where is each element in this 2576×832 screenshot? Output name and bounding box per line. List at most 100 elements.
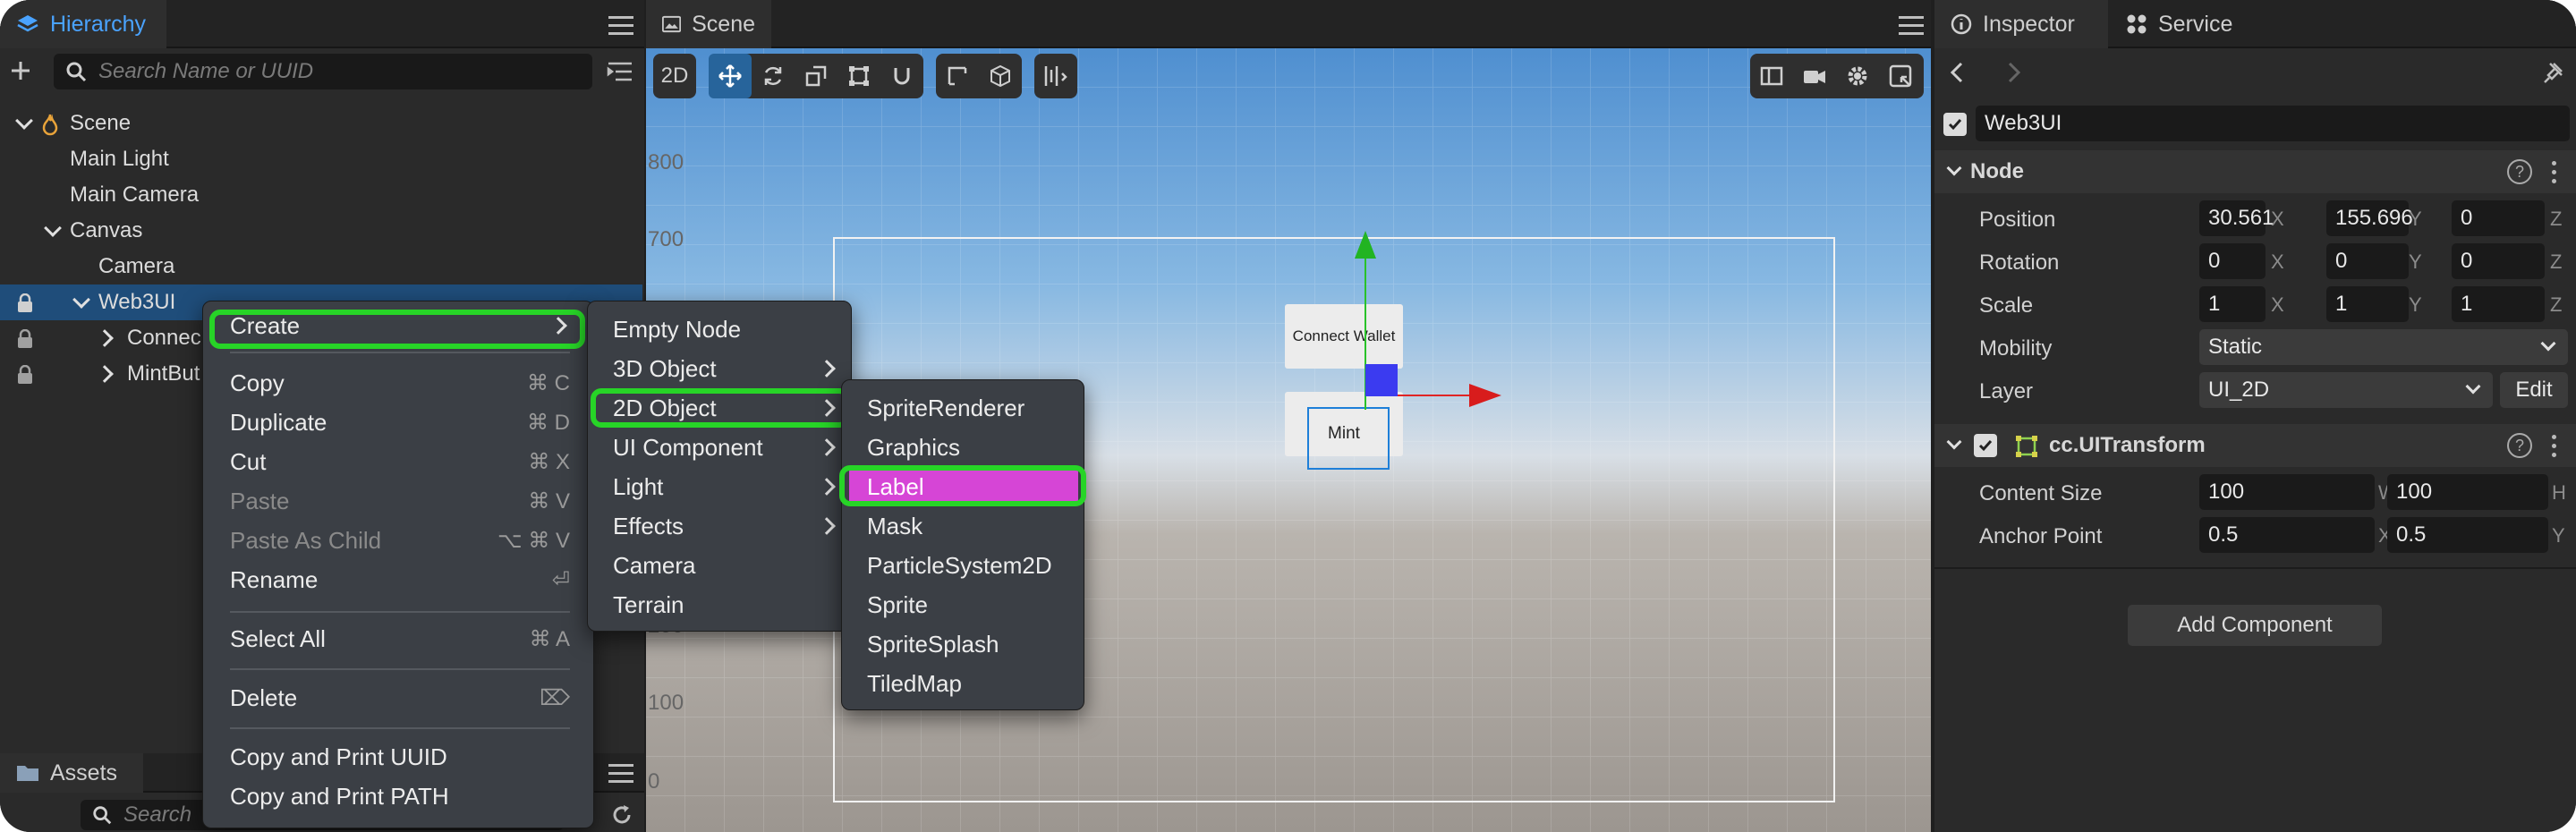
anchor-x-field[interactable]: 0.5	[2199, 517, 2375, 553]
layer-edit-label: Edit	[2515, 378, 2553, 402]
scale-z-field[interactable]: 1	[2452, 286, 2545, 322]
menu-item-graphics[interactable]: Graphics	[867, 429, 1073, 466]
snap-tool-button[interactable]	[880, 54, 923, 98]
anchor-y-field[interactable]: 0.5	[2387, 517, 2548, 553]
position-z-field[interactable]: 0	[2452, 200, 2545, 236]
menu-item-effects[interactable]: Effects	[613, 507, 837, 545]
layer-edit-button[interactable]: Edit	[2500, 372, 2568, 408]
menu-item-copy-uuid[interactable]: Copy and Print UUID	[230, 738, 570, 776]
content-size-h-field[interactable]: 100	[2387, 474, 2548, 510]
tab-scene[interactable]: Scene	[646, 0, 771, 48]
menu-item-light[interactable]: Light	[613, 468, 837, 505]
menu-item-ui-component[interactable]: UI Component	[613, 429, 837, 466]
menu-item-label: Terrain	[613, 590, 684, 618]
move-gizmo[interactable]	[1272, 174, 1541, 478]
tab-inspector[interactable]: Inspector	[1934, 0, 2108, 48]
rotation-z-field[interactable]: 0	[2452, 243, 2545, 279]
chevron-right-icon[interactable]	[96, 329, 114, 347]
lock-icon[interactable]	[16, 329, 34, 349]
menu-item-terrain[interactable]: Terrain	[613, 586, 837, 624]
node-active-checkbox[interactable]	[1943, 113, 1967, 136]
back-arrow-icon[interactable]	[1949, 61, 1965, 84]
menu-item-empty-node[interactable]: Empty Node	[613, 310, 837, 348]
assets-menu-icon[interactable]	[608, 764, 633, 784]
rotation-x-field[interactable]: 0	[2199, 243, 2266, 279]
menu-item-copy-path[interactable]: Copy and Print PATH	[230, 777, 570, 815]
menu-item-particle-system-2d[interactable]: ParticleSystem2D	[867, 547, 1073, 584]
align-button[interactable]	[1034, 54, 1077, 98]
add-component-button[interactable]: Add Component	[2128, 605, 2382, 646]
menu-item-paste-as-child[interactable]: Paste As Child ⌥ ⌘ V	[230, 522, 570, 559]
scale-y-field[interactable]: 1	[2326, 286, 2409, 322]
menu-item-sprite-splash[interactable]: SpriteSplash	[867, 625, 1073, 663]
move-tool-button[interactable]	[709, 54, 752, 98]
camera-button[interactable]	[1793, 54, 1836, 98]
menu-item-cut[interactable]: Cut ⌘ X	[230, 443, 570, 480]
scene-menu-icon[interactable]	[1899, 16, 1924, 36]
rect-tool-button[interactable]	[837, 54, 880, 98]
menu-item-rename[interactable]: Rename ⏎	[230, 561, 570, 599]
scale-x-field[interactable]: 1	[2199, 286, 2266, 322]
chevron-down-icon[interactable]	[44, 219, 62, 237]
tree-item-camera[interactable]: Camera	[0, 249, 642, 284]
layout-button[interactable]	[1750, 54, 1793, 98]
scale-tool-button[interactable]	[795, 54, 837, 98]
scene-settings-button[interactable]	[1836, 54, 1879, 98]
more-options-icon[interactable]	[2552, 161, 2557, 184]
node-section-title: Node	[1970, 159, 2024, 183]
layer-select[interactable]: UI_2D	[2199, 372, 2493, 408]
menu-item-paste[interactable]: Paste ⌘ V	[230, 482, 570, 520]
chevron-right-icon[interactable]	[96, 365, 114, 383]
rotation-y-field[interactable]: 0	[2326, 243, 2409, 279]
menu-item-sprite-renderer[interactable]: SpriteRenderer	[867, 389, 1073, 427]
tab-hierarchy[interactable]: Hierarchy	[0, 0, 166, 48]
forward-arrow-icon[interactable]	[2006, 61, 2022, 84]
pin-icon[interactable]	[2543, 61, 2564, 84]
chevron-down-icon[interactable]	[1946, 160, 1962, 176]
tab-assets[interactable]: Assets	[0, 753, 143, 793]
tab-service[interactable]: Service	[2110, 0, 2253, 48]
refresh-icon[interactable]	[610, 803, 633, 827]
menu-item-delete[interactable]: Delete ⌦	[230, 679, 570, 717]
gizmo-options-button[interactable]	[1879, 54, 1922, 98]
tree-item-main-camera[interactable]: Main Camera	[0, 177, 642, 213]
local-global-button[interactable]	[979, 54, 1022, 98]
menu-item-sprite[interactable]: Sprite	[867, 586, 1073, 624]
menu-item-copy[interactable]: Copy ⌘ C	[230, 364, 570, 402]
menu-item-camera[interactable]: Camera	[613, 547, 837, 584]
hierarchy-menu-icon[interactable]	[608, 16, 633, 36]
chevron-down-icon[interactable]	[15, 112, 33, 130]
content-size-w-field[interactable]: 100	[2199, 474, 2375, 510]
menu-item-tiled-map[interactable]: TiledMap	[867, 665, 1073, 702]
menu-item-3d-object[interactable]: 3D Object	[613, 350, 837, 387]
node-name-field[interactable]: Web3UI	[1976, 106, 2570, 141]
menu-item-duplicate[interactable]: Duplicate ⌘ D	[230, 403, 570, 441]
menu-item-select-all[interactable]: Select All ⌘ A	[230, 620, 570, 658]
more-options-icon[interactable]	[2552, 435, 2557, 458]
position-x-field[interactable]: 30.561	[2199, 200, 2274, 236]
help-icon[interactable]: ?	[2507, 159, 2532, 184]
uitransform-section-header[interactable]: cc.UITransform ?	[1934, 424, 2576, 467]
mode-2d-toggle[interactable]: 2D	[653, 54, 696, 98]
node-section-header[interactable]: Node ?	[1934, 150, 2576, 193]
collapse-list-icon[interactable]	[607, 61, 633, 82]
tree-item-main-light[interactable]: Main Light	[0, 141, 642, 177]
hierarchy-search-input[interactable]: Search Name or UUID	[54, 54, 592, 89]
uitransform-enabled-checkbox[interactable]	[1974, 434, 1997, 457]
lock-icon[interactable]	[16, 365, 34, 385]
lock-icon[interactable]	[16, 293, 34, 313]
anchor-y-value: 0.5	[2396, 522, 2427, 547]
tree-item-canvas[interactable]: Canvas	[0, 213, 642, 249]
layer-value: UI_2D	[2208, 378, 2270, 402]
chevron-down-icon[interactable]	[72, 291, 90, 309]
tree-item-scene[interactable]: Scene	[0, 106, 642, 141]
menu-item-mask[interactable]: Mask	[867, 507, 1073, 545]
add-node-icon[interactable]	[9, 59, 32, 82]
rotate-tool-button[interactable]	[752, 54, 795, 98]
hierarchy-search-placeholder: Search Name or UUID	[98, 59, 314, 83]
chevron-down-icon[interactable]	[1946, 434, 1962, 450]
help-icon[interactable]: ?	[2507, 433, 2532, 458]
pivot-button[interactable]	[936, 54, 979, 98]
position-y-field[interactable]: 155.696	[2326, 200, 2413, 236]
mobility-select[interactable]: Static	[2199, 329, 2568, 365]
